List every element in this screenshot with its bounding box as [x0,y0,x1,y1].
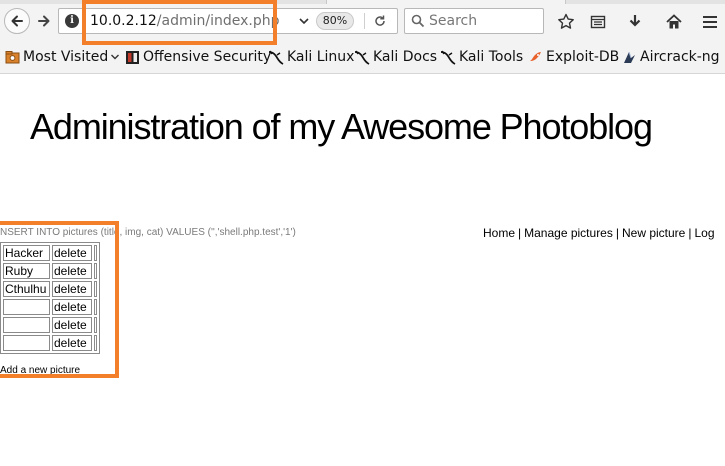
picture-title-cell [3,317,50,333]
nav-logout-link[interactable]: Log [694,226,714,240]
picture-title-cell: Hacker [3,245,50,261]
bookmark-kali-docs[interactable]: Kali Docs [354,49,437,65]
bookmark-kali-linux[interactable]: Kali Linux [268,49,354,65]
url-divider [364,13,365,29]
nav-manage-pictures-link[interactable]: Manage pictures [524,226,613,240]
table-row: delete [3,335,97,351]
delete-link[interactable]: delete [54,282,87,296]
bookmark-label: Offensive Security [143,49,272,65]
delete-cell: delete [52,245,92,261]
table-row: Ruby delete [3,263,97,279]
offensive-security-icon [125,50,140,65]
table-row: Cthulhu delete [3,281,97,297]
url-path: /admin/index.php [156,13,280,29]
forward-button[interactable] [31,8,57,34]
delete-link[interactable]: delete [54,300,87,314]
url-host: 10.0.2.12 [90,13,157,29]
table-cell-edge [94,299,97,315]
bookmark-label: Exploit-DB [546,49,620,65]
delete-link[interactable]: delete [54,336,87,350]
page-title: Administration of my Awesome Photoblog [30,106,653,147]
chevron-down-icon [111,54,120,60]
delete-link[interactable]: delete [54,318,87,332]
reload-icon[interactable] [373,14,387,28]
search-placeholder: Search [429,13,478,29]
url-text[interactable]: 10.0.2.12/admin/index.php [90,13,280,29]
picture-title-cell [3,335,50,351]
reading-list-icon[interactable] [590,14,606,30]
arrow-left-icon [11,15,23,27]
search-icon [411,14,425,28]
delete-link[interactable]: delete [54,246,87,260]
bookmark-kali-tools[interactable]: Kali Tools [440,49,523,65]
delete-cell: delete [52,281,92,297]
table-cell-edge [94,317,97,333]
add-picture-link[interactable]: Add a new picture [0,365,80,376]
search-bar[interactable]: Search [404,8,544,34]
navigation-toolbar: i 10.0.2.12/admin/index.php 80% Search [0,4,725,40]
bookmark-star-icon[interactable] [557,13,575,31]
back-button[interactable] [4,8,30,34]
bookmarks-toolbar: Most Visited Offensive Security Kali Lin… [0,40,725,74]
table-row: delete [3,317,97,333]
table-row: Hacker delete [3,245,97,261]
chevron-down-icon[interactable] [298,15,310,27]
kali-dragon-icon [268,50,284,65]
picture-title-cell: Ruby [3,263,50,279]
sql-query-message: NSERT INTO pictures (title, img, cat) VA… [0,227,296,238]
bookmark-label: Kali Linux [287,49,355,65]
table-row: delete [3,299,97,315]
pictures-table: Hacker delete Ruby delete Cthulhu delete… [0,242,100,354]
nav-separator: | [688,226,692,240]
delete-cell: delete [52,335,92,351]
nav-home-link[interactable]: Home [483,226,515,240]
picture-title-cell [3,299,50,315]
download-arrow-icon[interactable] [627,14,643,30]
hamburger-menu-icon[interactable] [702,14,718,30]
nav-separator: | [615,226,619,240]
nav-new-picture-link[interactable]: New picture [622,226,685,240]
bookmark-label: Aircrack-ng [640,49,720,65]
aircrack-icon [622,50,637,65]
gear-folder-icon [5,50,20,65]
table-cell-edge [94,263,97,279]
bookmark-aircrack-ng[interactable]: Aircrack-ng [622,49,720,65]
bookmark-most-visited[interactable]: Most Visited [5,49,120,65]
bookmark-label: Most Visited [23,49,109,65]
picture-title-cell: Cthulhu [3,281,50,297]
table-cell-edge [94,281,97,297]
site-info-icon[interactable]: i [65,14,79,28]
bookmark-label: Kali Docs [373,49,438,65]
delete-cell: delete [52,299,92,315]
url-bar[interactable]: i 10.0.2.12/admin/index.php 80% [58,8,398,34]
table-cell-edge [94,245,97,261]
arrow-right-icon [38,15,50,27]
table-cell-edge [94,335,97,351]
zoom-level-badge[interactable]: 80% [316,12,354,30]
bookmark-exploit-db[interactable]: Exploit-DB [528,49,619,65]
admin-nav: Home | Manage pictures | New picture | Log [483,226,715,240]
delete-link[interactable]: delete [54,264,87,278]
exploit-db-icon [528,50,543,65]
delete-cell: delete [52,317,92,333]
bookmark-offensive-security[interactable]: Offensive Security [125,49,271,65]
bookmark-label: Kali Tools [459,49,524,65]
home-icon[interactable] [665,13,683,31]
nav-separator: | [518,226,522,240]
kali-dragon-icon [440,50,456,65]
kali-dragon-icon [354,50,370,65]
delete-cell: delete [52,263,92,279]
